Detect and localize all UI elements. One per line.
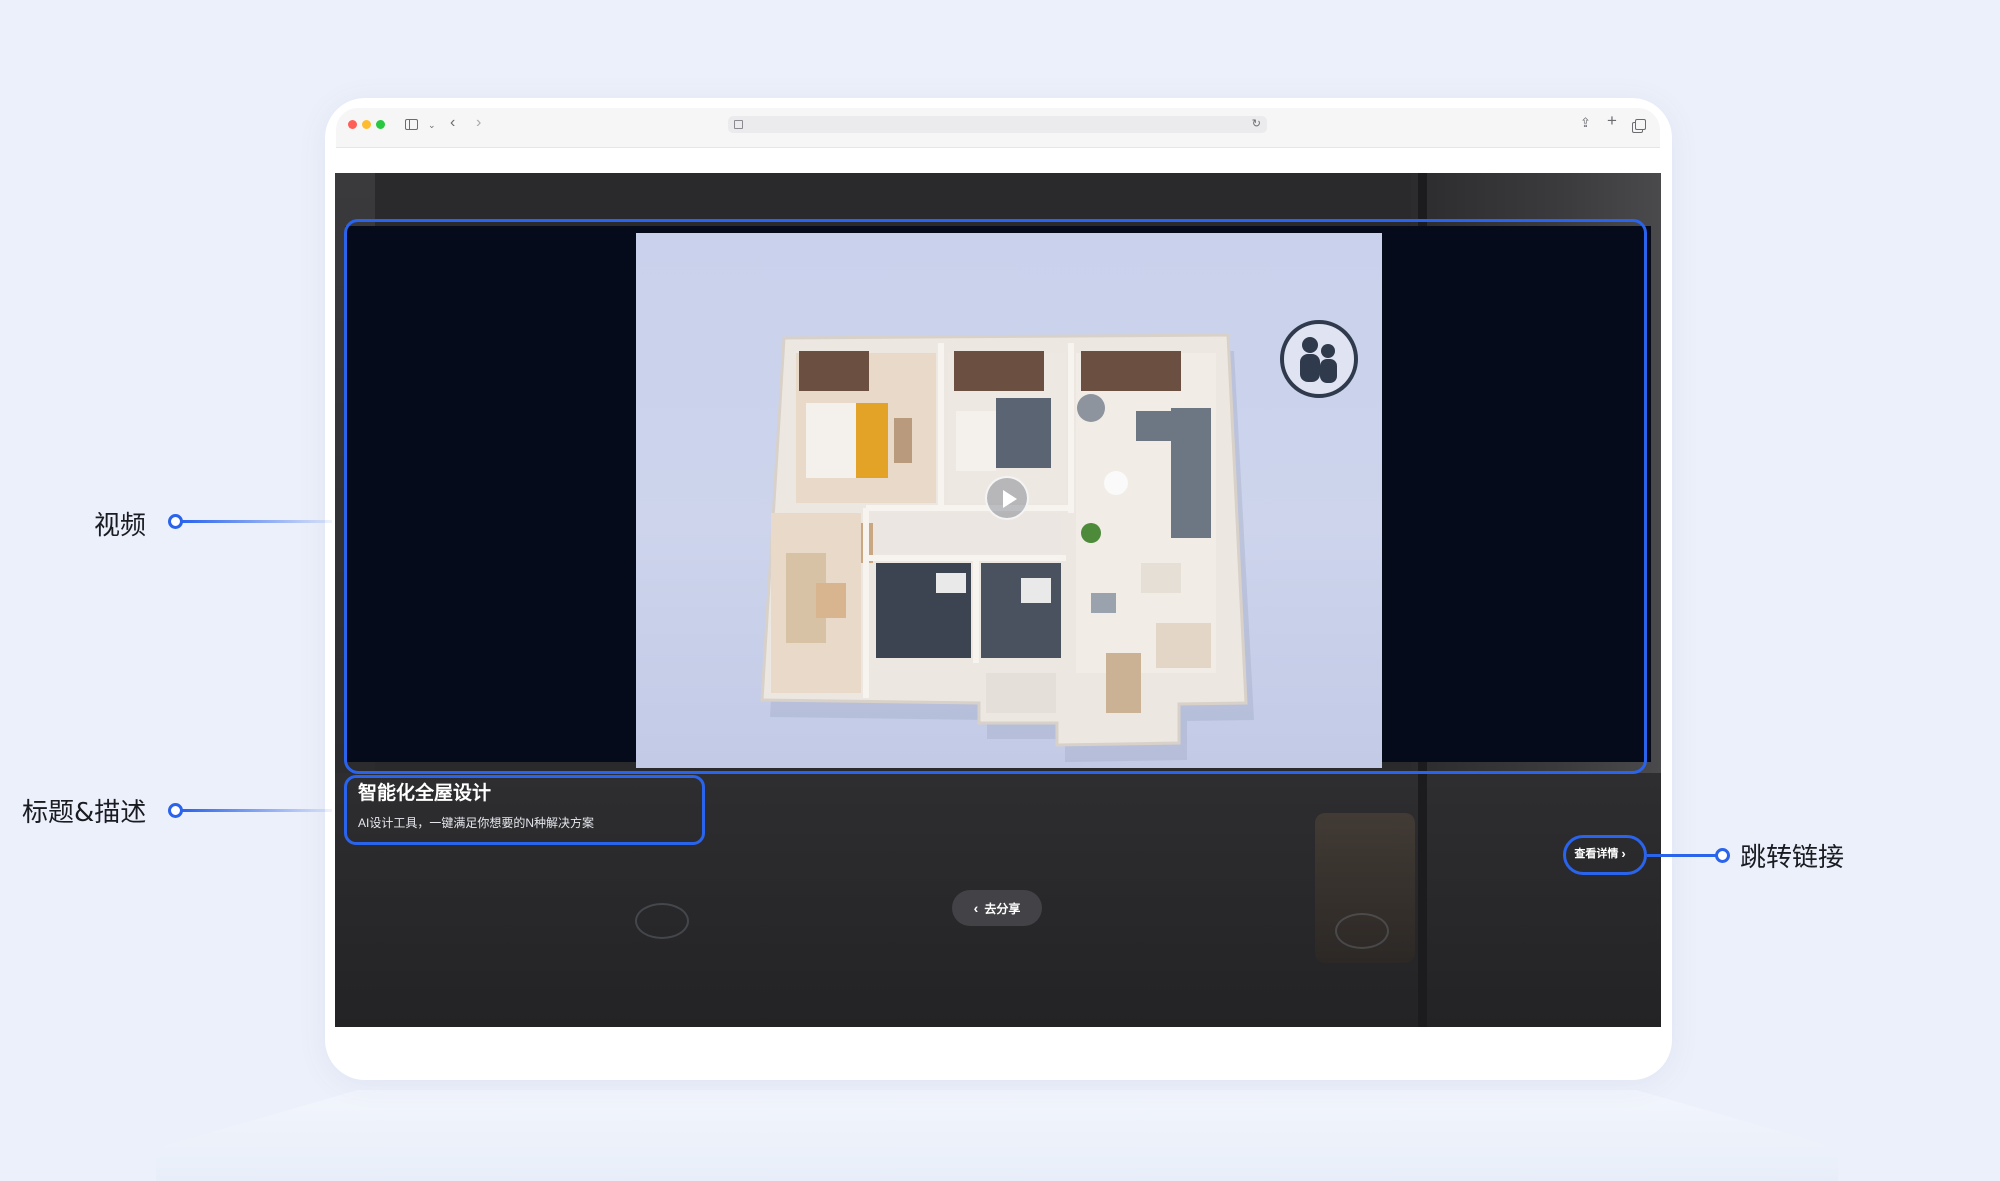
- forward-icon[interactable]: ›: [476, 115, 481, 131]
- chevron-down-icon[interactable]: ⌄: [428, 118, 436, 132]
- close-window-button[interactable]: [348, 120, 357, 129]
- floor-light: [1335, 913, 1389, 949]
- laptop-base: [156, 1090, 1838, 1181]
- play-icon[interactable]: [985, 476, 1029, 520]
- minimize-window-button[interactable]: [362, 120, 371, 129]
- reload-icon[interactable]: ↻: [1252, 117, 1261, 130]
- chevron-right-icon: ›: [1621, 845, 1626, 861]
- share-page-icon[interactable]: ⇪: [1580, 116, 1591, 130]
- tab-overview-icon[interactable]: [1635, 119, 1646, 130]
- video-caption: 智能化全屋设计 AI设计工具，一键满足你想要的N种解决方案: [358, 778, 708, 848]
- page-top-strip: [336, 148, 1660, 174]
- annotation-link-line: [1647, 854, 1717, 857]
- annotation-link-dot: [1715, 848, 1730, 863]
- new-tab-icon[interactable]: +: [1607, 112, 1617, 129]
- family-glyph: [1300, 337, 1337, 383]
- view-details-link[interactable]: 查看详情 ›: [1569, 838, 1631, 868]
- video-thumbnail[interactable]: [636, 233, 1382, 768]
- annotation-title-desc-label: 标题&描述: [22, 798, 147, 828]
- share-icon: ‹: [973, 900, 979, 916]
- share-button-label: 去分享: [984, 901, 1021, 916]
- annotation-link-label: 跳转链接: [1740, 843, 1845, 873]
- annotation-video-line: [182, 520, 332, 523]
- video-title: 智能化全屋设计: [358, 783, 492, 804]
- sidebar-toggle-icon[interactable]: [405, 119, 418, 130]
- annotation-video-label: 视频: [94, 511, 147, 541]
- video-description: AI设计工具，一键满足你想要的N种解决方案: [358, 816, 595, 830]
- page-viewport: 智能化全屋设计 AI设计工具，一键满足你想要的N种解决方案 ‹ 去分享 查看详情…: [335, 173, 1661, 1027]
- zoom-window-button[interactable]: [376, 120, 385, 129]
- page-settings-icon[interactable]: [734, 120, 743, 129]
- family-icon: [1280, 320, 1358, 398]
- annotation-title-desc-dot: [168, 803, 183, 818]
- annotation-video-dot: [168, 514, 183, 529]
- view-details-label: 查看详情: [1574, 848, 1619, 860]
- back-icon[interactable]: ‹: [450, 115, 455, 131]
- annotation-title-desc-line: [182, 809, 332, 812]
- address-bar[interactable]: ↻: [728, 116, 1267, 133]
- share-button[interactable]: ‹ 去分享: [952, 890, 1042, 926]
- floor-light: [635, 903, 689, 939]
- video-player[interactable]: [345, 226, 1651, 768]
